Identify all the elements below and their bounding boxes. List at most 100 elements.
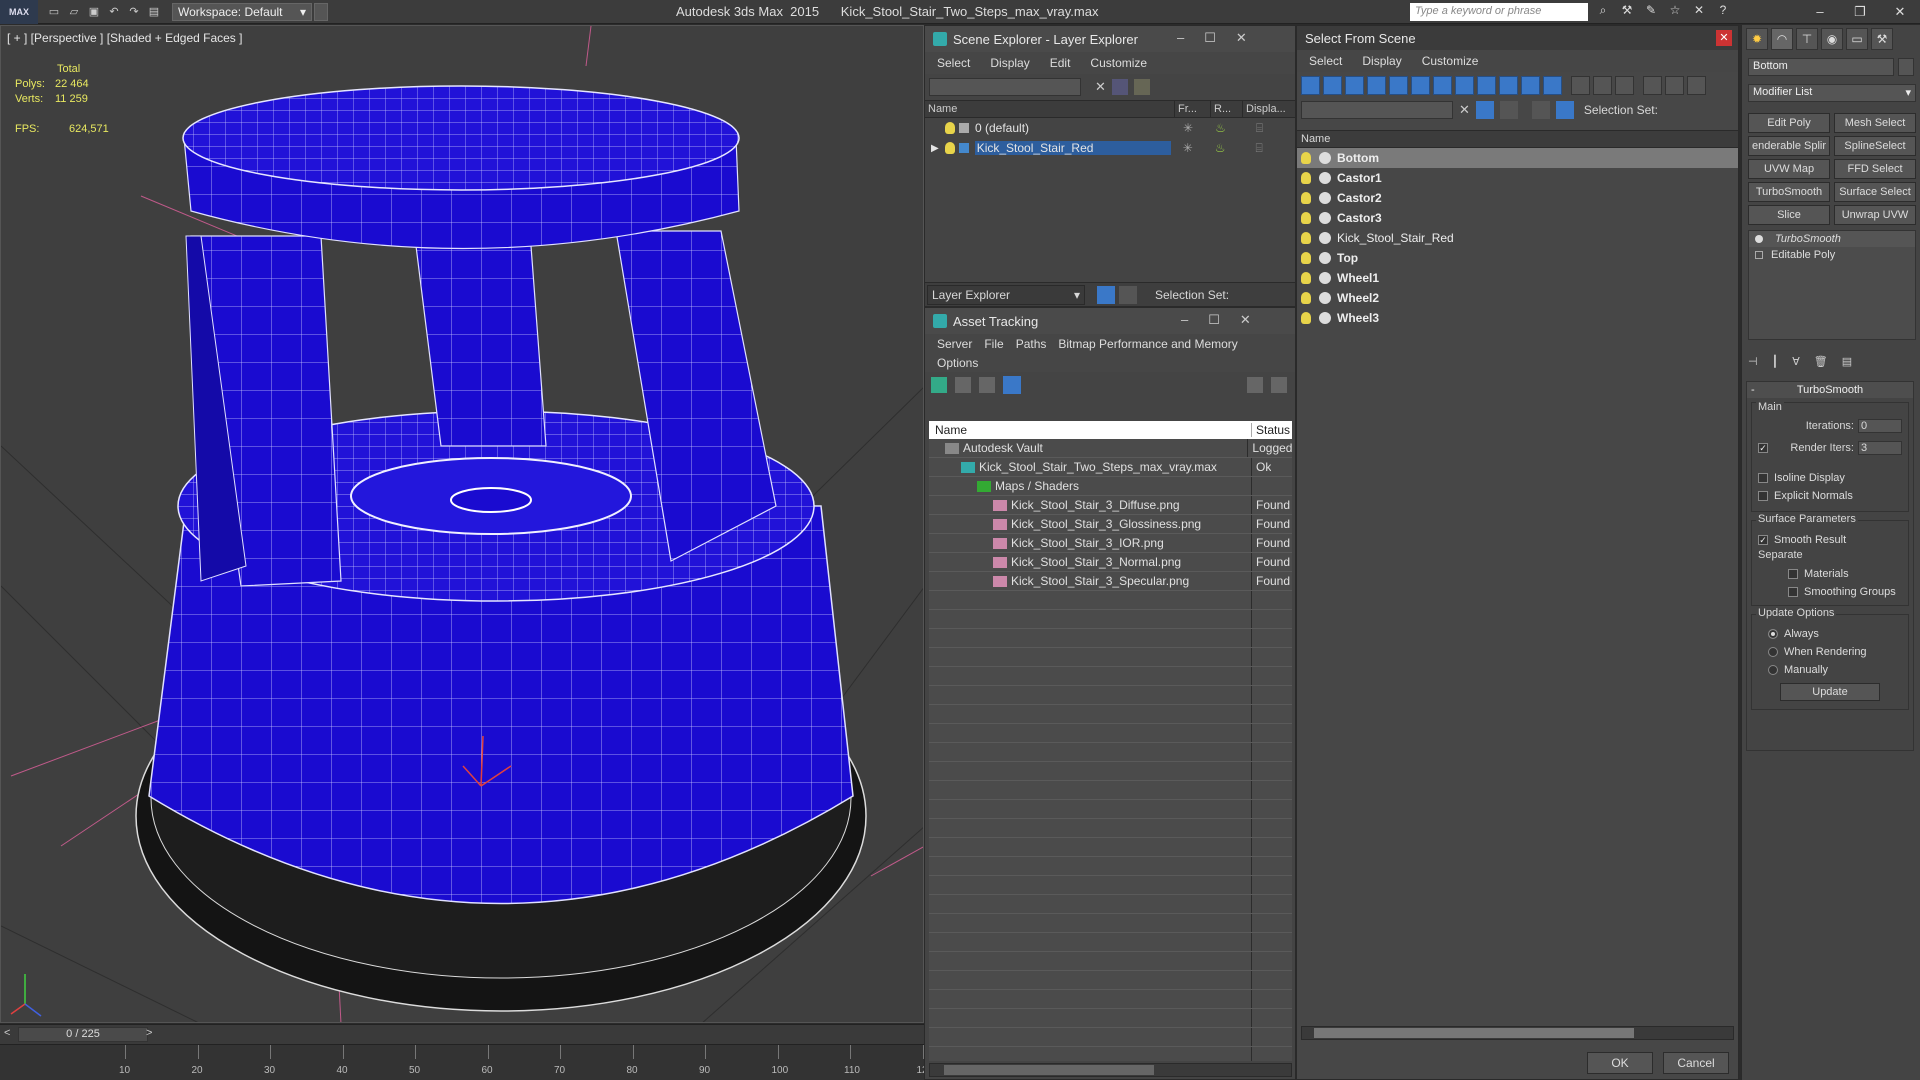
asset-row[interactable]: Kick_Stool_Stair_3_Specular.png Found <box>929 572 1292 591</box>
select-invert-icon[interactable] <box>1687 75 1706 95</box>
column-display[interactable]: Displa... <box>1243 101 1293 117</box>
modifier-button[interactable]: Edit Poly <box>1748 113 1830 133</box>
modify-tab-icon[interactable]: ◠ <box>1771 28 1793 50</box>
materials-option[interactable]: Materials <box>1758 565 1902 583</box>
menu-customize[interactable]: Customize <box>1090 56 1147 70</box>
select-all-icon[interactable] <box>1643 75 1662 95</box>
materials-checkbox[interactable] <box>1788 569 1798 579</box>
groups-filter-icon[interactable] <box>1433 75 1452 95</box>
clear-search-icon[interactable]: ✕ <box>1459 102 1470 118</box>
smooth-result-checkbox[interactable]: ✓ <box>1758 535 1768 545</box>
select-none-icon[interactable] <box>1665 75 1684 95</box>
lightbulb-icon[interactable] <box>1301 272 1311 284</box>
explicit-normals-option[interactable]: Explicit Normals <box>1758 487 1902 505</box>
scrollbar-thumb[interactable] <box>1314 1028 1634 1038</box>
asset-horizontal-scrollbar[interactable] <box>929 1063 1292 1077</box>
search-input[interactable]: Type a keyword or phrase <box>1410 3 1588 21</box>
bones-filter-icon[interactable] <box>1477 75 1496 95</box>
select-horizontal-scrollbar[interactable] <box>1301 1026 1734 1040</box>
undo-icon[interactable]: ↶ <box>106 4 122 20</box>
tools-icon[interactable]: ⚒ <box>1618 3 1636 21</box>
scene-object-row[interactable]: Kick_Stool_Stair_Red <box>1297 228 1738 248</box>
asset-row[interactable]: Kick_Stool_Stair_3_IOR.png Found <box>929 534 1292 553</box>
asset-column-status[interactable]: Status <box>1252 423 1290 437</box>
refresh-icon[interactable] <box>931 377 947 393</box>
render-iters-checkbox[interactable]: ✓ <box>1758 443 1768 453</box>
shapes-filter-icon[interactable] <box>1323 75 1342 95</box>
project-folder-icon[interactable]: ▤ <box>146 4 162 20</box>
filter-icon[interactable] <box>1475 101 1494 119</box>
modifier-button[interactable]: TurboSmooth <box>1748 182 1830 202</box>
snowflake-icon[interactable]: ✳ <box>1183 141 1193 155</box>
asset-row[interactable]: Kick_Stool_Stair_Two_Steps_max_vray.max O… <box>929 458 1292 477</box>
maximize-icon[interactable]: ☐ <box>1208 312 1220 328</box>
modifier-button[interactable]: FFD Select <box>1834 159 1916 179</box>
scene-object-row[interactable]: Wheel3 <box>1297 308 1738 328</box>
modifier-button[interactable]: SplineSelect <box>1834 136 1916 156</box>
scene-explorer-titlebar[interactable]: Scene Explorer - Layer Explorer – ☐ ✕ <box>925 26 1295 52</box>
show-end-result-icon[interactable]: ┃ <box>1772 355 1779 368</box>
subscription-icon[interactable]: ✎ <box>1642 3 1660 21</box>
menu-customize[interactable]: Customize <box>1422 54 1479 68</box>
hierarchy-icon[interactable] <box>1555 101 1574 119</box>
select-search-input[interactable] <box>1301 101 1453 119</box>
find-icon[interactable] <box>1133 79 1150 95</box>
menu-select[interactable]: Select <box>1309 54 1342 68</box>
column-freeze[interactable]: Fr... <box>1175 101 1211 117</box>
settings-icon[interactable] <box>1271 377 1287 393</box>
lightbulb-icon[interactable] <box>1301 172 1311 184</box>
table-view-icon[interactable] <box>1003 376 1021 394</box>
modifier-button[interactable]: UVW Map <box>1748 159 1830 179</box>
workspace-dropdown[interactable]: Workspace: Default ▾ <box>172 2 312 21</box>
asset-row[interactable]: Kick_Stool_Stair_3_Diffuse.png Found <box>929 496 1292 515</box>
select-from-scene-titlebar[interactable]: Select From Scene ✕ <box>1297 26 1738 50</box>
lightbulb-icon[interactable] <box>1755 235 1763 243</box>
open-file-icon[interactable]: ▱ <box>66 4 82 20</box>
column-render[interactable]: R... <box>1211 101 1243 117</box>
scene-object-row[interactable]: Bottom <box>1297 148 1738 168</box>
minimize-icon[interactable]: – <box>1800 0 1840 24</box>
display-icon[interactable]: ⌸ <box>1256 141 1263 156</box>
stack-item-turbosmooth[interactable]: TurboSmooth <box>1749 231 1915 247</box>
utilities-tab-icon[interactable]: ⚒ <box>1871 28 1893 50</box>
lightbulb-icon[interactable] <box>1301 212 1311 224</box>
rollout-header[interactable]: - TurboSmooth <box>1747 382 1913 398</box>
motion-tab-icon[interactable]: ◉ <box>1821 28 1843 50</box>
asset-tracking-titlebar[interactable]: Asset Tracking – ☐ ✕ <box>925 308 1295 334</box>
explorer-type-dropdown[interactable]: Layer Explorer ▾ <box>927 284 1085 305</box>
clear-filter-icon[interactable]: ✕ <box>1095 79 1106 95</box>
modifier-list-dropdown[interactable]: Modifier List ▾ <box>1748 84 1916 102</box>
asset-row[interactable]: Kick_Stool_Stair_3_Glossiness.png Found <box>929 515 1292 534</box>
scrollbar-thumb[interactable] <box>944 1065 1154 1075</box>
track-bar[interactable]: 10 20 30 40 50 60 70 80 90 100 110 12 <box>0 1044 928 1080</box>
asset-column-name[interactable]: Name <box>929 423 1252 437</box>
isoline-display-option[interactable]: Isoline Display <box>1758 469 1902 487</box>
hidden-filter-icon[interactable] <box>1543 75 1562 95</box>
workspace-menu-button[interactable] <box>314 2 328 21</box>
modifier-button[interactable]: Slice <box>1748 205 1830 225</box>
when-rendering-radio[interactable] <box>1768 647 1778 657</box>
modifier-button[interactable]: Surface Select <box>1834 182 1916 202</box>
create-tab-icon[interactable]: ✹ <box>1746 28 1768 50</box>
when-rendering-option[interactable]: When Rendering <box>1758 643 1902 661</box>
isoline-display-checkbox[interactable] <box>1758 473 1768 483</box>
find-icon[interactable] <box>1499 101 1518 119</box>
spacewarps-filter-icon[interactable] <box>1411 75 1430 95</box>
time-next-icon[interactable]: > <box>146 1027 152 1039</box>
asset-row[interactable]: Autodesk Vault Logged <box>929 439 1292 458</box>
display-icon[interactable]: ⌸ <box>1256 121 1263 136</box>
modifier-button[interactable]: enderable Splir <box>1748 136 1830 156</box>
always-option[interactable]: Always <box>1758 625 1902 643</box>
explicit-normals-checkbox[interactable] <box>1758 491 1768 501</box>
list-view-icon[interactable] <box>955 377 971 393</box>
scene-object-row[interactable]: Castor2 <box>1297 188 1738 208</box>
minimize-icon[interactable]: – <box>1181 312 1188 328</box>
hierarchy-tab-icon[interactable]: ⊤ <box>1796 28 1818 50</box>
filter-icon[interactable] <box>1111 79 1128 95</box>
asset-row[interactable]: Kick_Stool_Stair_3_Normal.png Found <box>929 553 1292 572</box>
menu-edit[interactable]: Edit <box>1050 56 1071 70</box>
modifier-button[interactable]: Unwrap UVW <box>1834 205 1916 225</box>
lightbulb-icon[interactable] <box>945 122 955 134</box>
layer-row[interactable]: ▶ Kick_Stool_Stair_Red ✳ ♨ ⌸ <box>925 138 1295 158</box>
asset-row[interactable]: Maps / Shaders <box>929 477 1292 496</box>
